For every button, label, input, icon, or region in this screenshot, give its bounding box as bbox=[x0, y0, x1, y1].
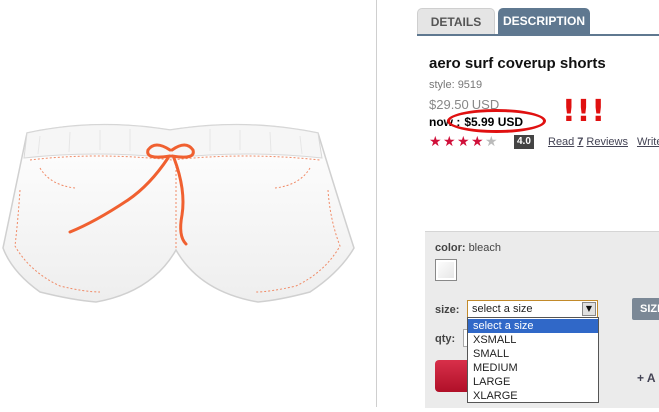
color-label: color: bleach bbox=[435, 242, 501, 254]
rating-score: 4.0 bbox=[514, 135, 534, 149]
panel-divider bbox=[376, 0, 377, 407]
star-icon: ★ bbox=[471, 134, 484, 150]
tab-underline bbox=[417, 34, 659, 36]
product-title: aero surf coverup shorts bbox=[429, 55, 606, 72]
star-icon: ★ bbox=[457, 134, 470, 150]
star-icon: ★ bbox=[485, 134, 498, 150]
style-label: style: bbox=[429, 79, 455, 91]
size-option[interactable]: LARGE bbox=[468, 375, 598, 389]
reviews-count: 7 bbox=[577, 136, 584, 148]
add-to-wishlist-link[interactable]: + A bbox=[637, 371, 656, 385]
size-option[interactable]: XLARGE bbox=[468, 389, 598, 403]
size-guide-button[interactable]: SIZE bbox=[632, 298, 659, 320]
star-icon: ★ bbox=[429, 134, 442, 150]
size-option[interactable]: MEDIUM bbox=[468, 361, 598, 375]
size-option[interactable]: SMALL bbox=[468, 347, 598, 361]
size-label: size: bbox=[435, 304, 460, 316]
chevron-down-icon[interactable]: ▼ bbox=[582, 302, 596, 316]
size-dropdown-list[interactable]: select a size XSMALL SMALL MEDIUM LARGE … bbox=[467, 317, 599, 403]
rating-stars: ★ ★ ★ ★ ★ bbox=[429, 134, 499, 150]
product-image bbox=[0, 0, 376, 407]
tab-details[interactable]: DETAILS bbox=[417, 8, 495, 35]
tab-description[interactable]: DESCRIPTION bbox=[498, 8, 590, 34]
color-value: bleach bbox=[468, 242, 501, 254]
write-review-link[interactable]: Write bbox=[637, 136, 659, 148]
reviews-suffix: Reviews bbox=[586, 136, 628, 148]
star-icon: ★ bbox=[443, 134, 456, 150]
reviews-prefix: Read bbox=[548, 136, 575, 148]
size-option[interactable]: select a size bbox=[468, 319, 598, 333]
exclamation-annotation: !!! bbox=[562, 94, 607, 129]
color-label-text: color: bbox=[435, 242, 466, 254]
qty-label: qty: bbox=[435, 333, 456, 345]
read-reviews-link[interactable]: Read 7 Reviews bbox=[548, 136, 628, 148]
color-swatch-bleach[interactable] bbox=[435, 259, 457, 281]
shorts-photo bbox=[2, 123, 355, 303]
size-select[interactable]: select a size ▼ bbox=[467, 300, 598, 318]
size-option[interactable]: XSMALL bbox=[468, 333, 598, 347]
size-select-value: select a size bbox=[472, 303, 533, 315]
style-value: 9519 bbox=[457, 79, 483, 91]
original-price-amount: $29.50 bbox=[429, 97, 469, 112]
style-number: style: 9519 bbox=[429, 79, 482, 91]
price-highlight-circle bbox=[447, 109, 546, 133]
